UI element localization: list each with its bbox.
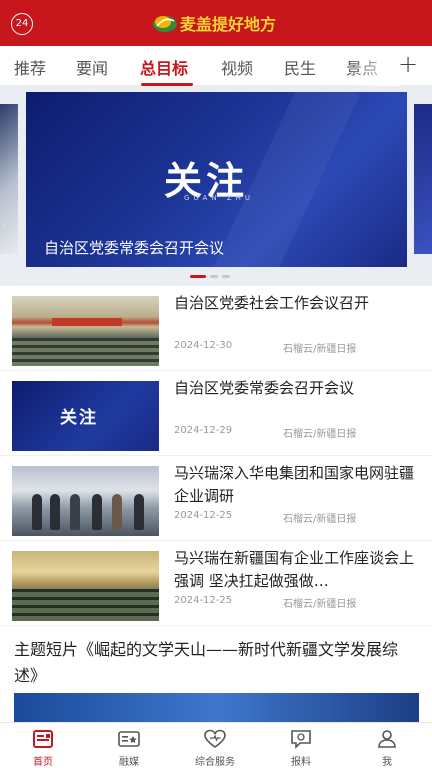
news-item[interactable]: 关注 自治区党委常委会召开会议 2024-12-29 石榴云/新疆日报 bbox=[0, 371, 432, 456]
news-thumbnail bbox=[12, 551, 159, 621]
news-source: 石榴云/新疆日报 bbox=[283, 514, 357, 525]
topic-title[interactable]: 主题短片《崛起的文学天山——新时代新疆文学发展综述》 bbox=[14, 637, 418, 689]
tab-livelihood[interactable]: 民生 bbox=[284, 55, 316, 79]
news-title: 自治区党委社会工作会议召开 bbox=[174, 294, 370, 312]
previous-slide-ellipsis: · · · bbox=[2, 212, 14, 232]
logo-mark-icon bbox=[152, 12, 178, 34]
news-title: 自治区党委常委会召开会议 bbox=[174, 379, 355, 397]
nav-label: 融媒 bbox=[119, 757, 139, 768]
app-header: 24 麦盖提好地方 bbox=[0, 0, 432, 46]
tab-recommend[interactable]: 推荐 bbox=[14, 55, 46, 79]
news-date: 2024-12-30 bbox=[174, 340, 233, 351]
news-date: 2024-12-29 bbox=[174, 425, 233, 436]
news-item[interactable]: 自治区党委社会工作会议召开 2024-12-30 石榴云/新疆日报 bbox=[0, 286, 432, 371]
news-thumbnail bbox=[12, 296, 159, 366]
carousel-dot bbox=[190, 275, 206, 278]
report-icon bbox=[291, 730, 311, 749]
nav-label: 报料 bbox=[291, 757, 311, 768]
nav-profile[interactable]: 我 bbox=[344, 723, 430, 768]
anniversary-badge[interactable]: 24 bbox=[11, 13, 33, 35]
news-item[interactable]: 马兴瑞深入华电集团和国家电网驻疆企业调研 2024-12-25 石榴云/新疆日报 bbox=[0, 456, 432, 541]
nav-label: 综合服务 bbox=[195, 757, 235, 768]
add-channel-icon[interactable]: + bbox=[398, 50, 418, 78]
carousel-indicators bbox=[190, 275, 230, 278]
media-icon bbox=[118, 731, 140, 747]
service-icon bbox=[204, 729, 226, 748]
news-source: 石榴云/新疆日报 bbox=[283, 599, 357, 610]
nav-label: 首页 bbox=[33, 757, 53, 768]
nav-report[interactable]: 报料 bbox=[258, 723, 344, 768]
tab-overall-goal[interactable]: 总目标 bbox=[140, 55, 188, 79]
news-thumbnail: 关注 bbox=[12, 381, 159, 451]
news-source: 石榴云/新疆日报 bbox=[283, 344, 357, 355]
nav-services[interactable]: 综合服务 bbox=[172, 723, 258, 768]
carousel-dot bbox=[222, 275, 230, 278]
nav-home[interactable]: 首页 bbox=[0, 723, 86, 768]
news-thumbnail bbox=[12, 466, 159, 536]
news-date: 2024-12-25 bbox=[174, 510, 233, 521]
news-title: 马兴瑞深入华电集团和国家电网驻疆企业调研 bbox=[174, 464, 415, 505]
news-source: 石榴云/新疆日报 bbox=[283, 429, 357, 440]
news-date: 2024-12-25 bbox=[174, 595, 233, 606]
topic-image[interactable] bbox=[14, 693, 419, 723]
thumbnail-logo-text: 关注 bbox=[60, 408, 98, 428]
slide-logo-sub: GUAN ZHU bbox=[184, 194, 254, 202]
profile-icon bbox=[378, 730, 396, 748]
banner-carousel[interactable]: · · · 关注 GUAN ZHU 自治区党委常委会召开会议 bbox=[0, 86, 432, 286]
carousel-dot bbox=[210, 275, 218, 278]
current-slide[interactable]: 关注 GUAN ZHU 自治区党委常委会召开会议 bbox=[26, 92, 407, 267]
nav-label: 我 bbox=[382, 757, 392, 768]
tab-video[interactable]: 视频 bbox=[221, 55, 253, 79]
tab-headlines[interactable]: 要闻 bbox=[76, 55, 108, 79]
bottom-navigation: 首页 融媒 综合服务 报料 我 bbox=[0, 722, 432, 768]
logo-text: 麦盖提好地方 bbox=[180, 15, 277, 34]
app-logo: 麦盖提好地方 bbox=[152, 8, 276, 38]
news-item[interactable]: 马兴瑞在新疆国有企业工作座谈会上强调 坚决扛起做强做… 2024-12-25 石… bbox=[0, 541, 432, 626]
nav-media[interactable]: 融媒 bbox=[86, 723, 172, 768]
previous-slide[interactable]: · · · bbox=[0, 104, 18, 254]
home-icon bbox=[33, 730, 53, 748]
next-slide[interactable] bbox=[414, 104, 432, 254]
tabs-fade bbox=[350, 46, 400, 86]
slide-caption: 自治区党委常委会召开会议 bbox=[44, 239, 225, 257]
news-title: 马兴瑞在新疆国有企业工作座谈会上强调 坚决扛起做强做… bbox=[174, 549, 415, 590]
channel-tabs: 推荐 要闻 总目标 视频 民生 景点 + bbox=[0, 46, 432, 86]
